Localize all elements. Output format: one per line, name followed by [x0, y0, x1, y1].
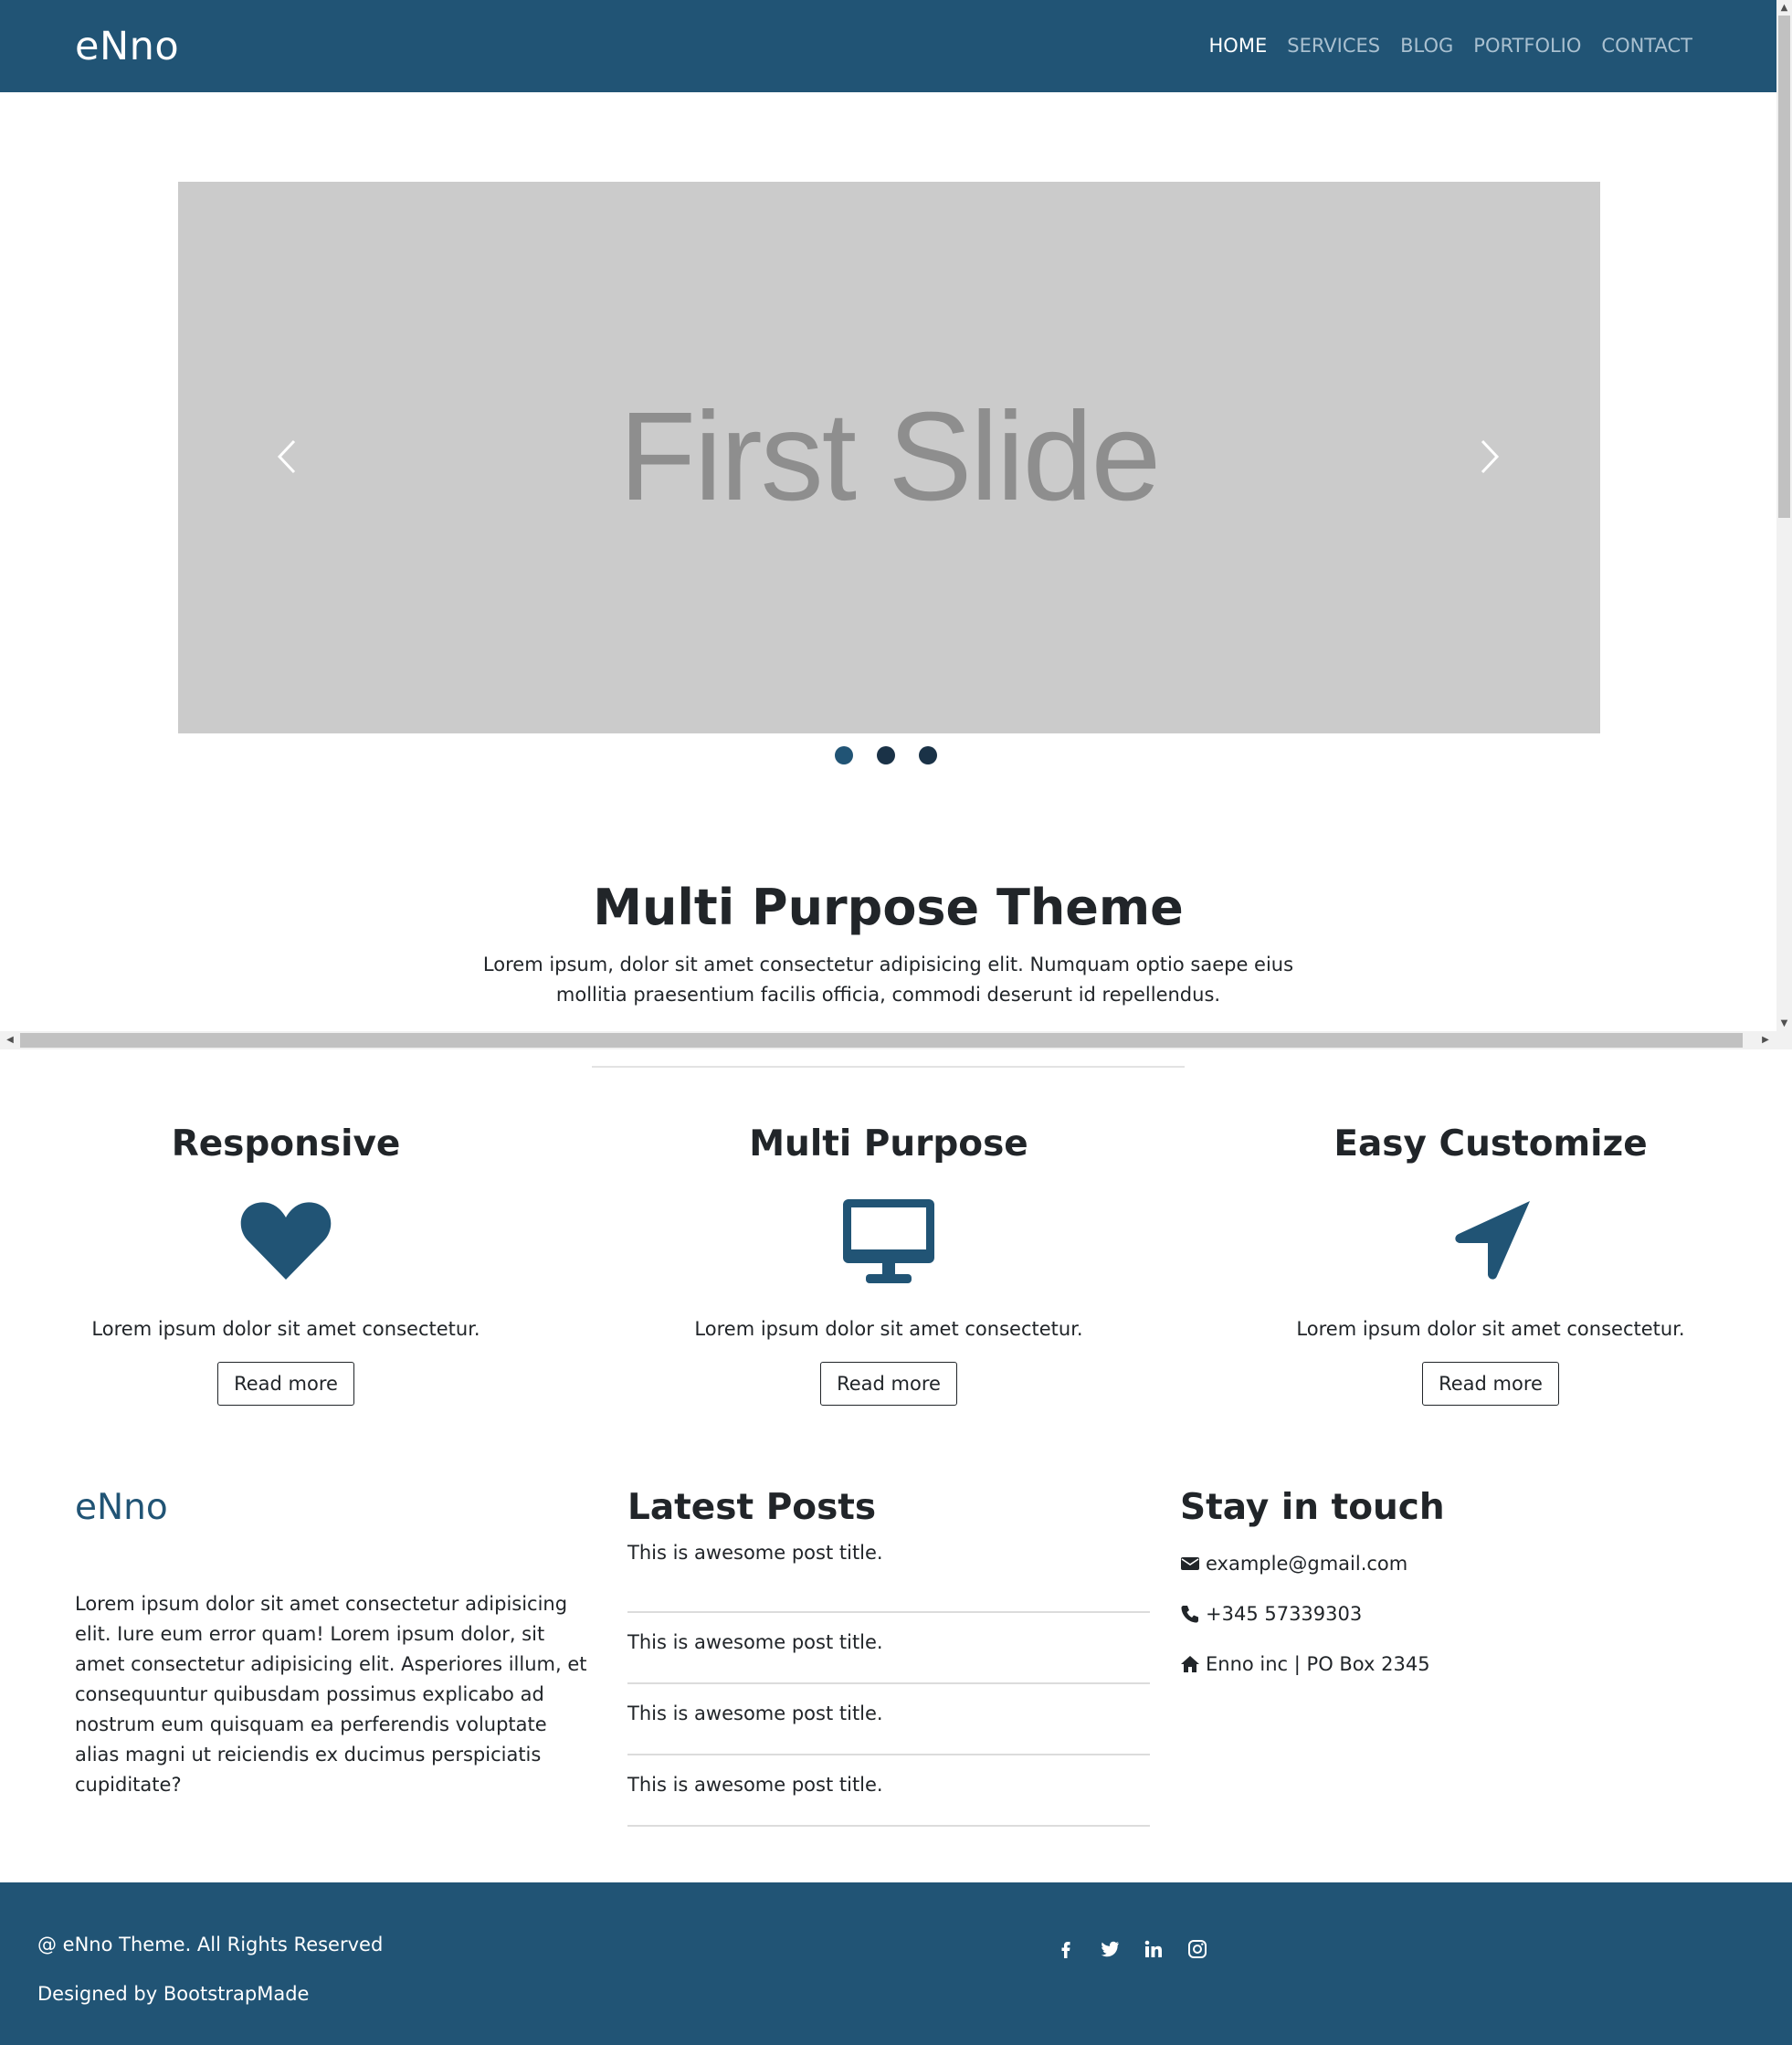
- feature-card-easy-customize: Easy Customize Lorem ipsum dolor sit ame…: [1235, 1123, 1746, 1406]
- horizontal-scrollbar[interactable]: ◀ ▶: [0, 1031, 1792, 1049]
- brand-logo[interactable]: eNno: [75, 24, 179, 69]
- feature-text: Lorem ipsum dolor sit amet consectetur.: [91, 1318, 480, 1340]
- post-title[interactable]: This is awesome post title.: [627, 1613, 1150, 1653]
- post-title[interactable]: This is awesome post title.: [627, 1542, 1150, 1564]
- hero-carousel: First Slide: [178, 182, 1600, 733]
- nav-item-services[interactable]: SERVICES: [1287, 35, 1380, 57]
- nav-item-blog[interactable]: BLOG: [1400, 35, 1453, 57]
- feature-title: Multi Purpose: [749, 1123, 1028, 1165]
- carousel-indicators: [835, 746, 937, 764]
- chevron-right-icon: [1481, 439, 1500, 474]
- feature-title: Easy Customize: [1333, 1123, 1648, 1165]
- scroll-left-arrow-icon[interactable]: ◀: [0, 1031, 20, 1049]
- scroll-up-arrow-icon[interactable]: ▲: [1776, 0, 1792, 16]
- contact-address: Enno inc | PO Box 2345: [1180, 1653, 1430, 1675]
- read-more-button[interactable]: Read more: [820, 1362, 957, 1406]
- vertical-scrollbar[interactable]: ▲ ▼: [1776, 0, 1792, 1031]
- page-viewport: eNno HOME SERVICES BLOG PORTFOLIO CONTAC…: [0, 0, 1792, 1049]
- scroll-down-arrow-icon[interactable]: ▼: [1776, 1016, 1792, 1031]
- about-text: Lorem ipsum dolor sit amet consectetur a…: [75, 1593, 587, 1796]
- feature-text: Lorem ipsum dolor sit amet consectetur.: [1296, 1318, 1685, 1340]
- post-title[interactable]: This is awesome post title.: [627, 1684, 1150, 1724]
- feature-text: Lorem ipsum dolor sit amet consectetur.: [694, 1318, 1083, 1340]
- chevron-left-icon: [277, 439, 296, 474]
- navbar: eNno HOME SERVICES BLOG PORTFOLIO CONTAC…: [0, 0, 1776, 92]
- nav-item-portfolio[interactable]: PORTFOLIO: [1473, 35, 1581, 57]
- carousel-indicator-1[interactable]: [835, 746, 853, 764]
- latest-posts-title: Latest Posts: [627, 1487, 877, 1528]
- feature-card-multi-purpose: Multi Purpose Lorem ipsum dolor sit amet…: [633, 1123, 1144, 1406]
- post-link[interactable]: This is awesome post title.: [627, 1755, 1150, 1827]
- twitter-icon[interactable]: [1099, 1938, 1121, 1960]
- carousel-indicator-2[interactable]: [877, 746, 895, 764]
- stay-in-touch-title: Stay in touch: [1180, 1487, 1445, 1528]
- nav-item-contact[interactable]: CONTACT: [1601, 35, 1692, 57]
- envelope-icon: [1181, 1557, 1199, 1570]
- carousel-prev-button[interactable]: [270, 436, 307, 478]
- social-links: [1055, 1938, 1208, 1960]
- post-link[interactable]: This is awesome post title.: [627, 1684, 1150, 1755]
- intro-text: Lorem ipsum, dolor sit amet consectetur …: [482, 954, 1294, 1006]
- phone-icon: [1181, 1606, 1198, 1623]
- carousel-next-button[interactable]: [1470, 436, 1506, 478]
- nav-item-home[interactable]: HOME: [1209, 35, 1268, 57]
- main-nav: HOME SERVICES BLOG PORTFOLIO CONTACT: [1209, 35, 1692, 57]
- horizontal-scroll-thumb[interactable]: [20, 1033, 1743, 1048]
- slide-caption: First Slide: [618, 386, 1161, 527]
- latest-posts-list: This is awesome post title. This is awes…: [627, 1542, 1150, 1827]
- vertical-scroll-thumb[interactable]: [1778, 16, 1790, 518]
- linkedin-icon[interactable]: [1143, 1938, 1165, 1960]
- contact-email-text[interactable]: example@gmail.com: [1206, 1553, 1407, 1575]
- post-title[interactable]: This is awesome post title.: [627, 1755, 1150, 1796]
- location-arrow-icon: [1440, 1196, 1541, 1287]
- section-divider: [592, 1066, 1185, 1068]
- contact-phone: +345 57339303: [1180, 1603, 1362, 1625]
- desktop-icon: [838, 1196, 939, 1287]
- heart-icon: [236, 1196, 336, 1287]
- read-more-button[interactable]: Read more: [217, 1362, 354, 1406]
- footer: @ eNno Theme. All Rights Reserved Design…: [0, 1882, 1792, 2045]
- copyright-text: @ eNno Theme. All Rights Reserved: [37, 1934, 384, 1955]
- contact-phone-text[interactable]: +345 57339303: [1206, 1603, 1362, 1625]
- read-more-button[interactable]: Read more: [1422, 1362, 1559, 1406]
- contact-email: example@gmail.com: [1180, 1553, 1407, 1575]
- carousel-indicator-3[interactable]: [919, 746, 937, 764]
- facebook-icon[interactable]: [1055, 1938, 1077, 1960]
- contact-address-text: Enno inc | PO Box 2345: [1206, 1653, 1430, 1675]
- feature-card-responsive: Responsive Lorem ipsum dolor sit amet co…: [30, 1123, 542, 1406]
- feature-title: Responsive: [171, 1123, 401, 1165]
- post-link[interactable]: This is awesome post title.: [627, 1542, 1150, 1613]
- instagram-icon[interactable]: [1186, 1938, 1208, 1960]
- intro-title: Multi Purpose Theme: [593, 879, 1184, 936]
- home-icon: [1181, 1656, 1199, 1672]
- scroll-right-arrow-icon[interactable]: ▶: [1755, 1031, 1776, 1049]
- designed-by-text[interactable]: Designed by BootstrapMade: [37, 1983, 309, 2005]
- footer-brand[interactable]: eNno: [75, 1487, 168, 1528]
- post-link[interactable]: This is awesome post title.: [627, 1613, 1150, 1684]
